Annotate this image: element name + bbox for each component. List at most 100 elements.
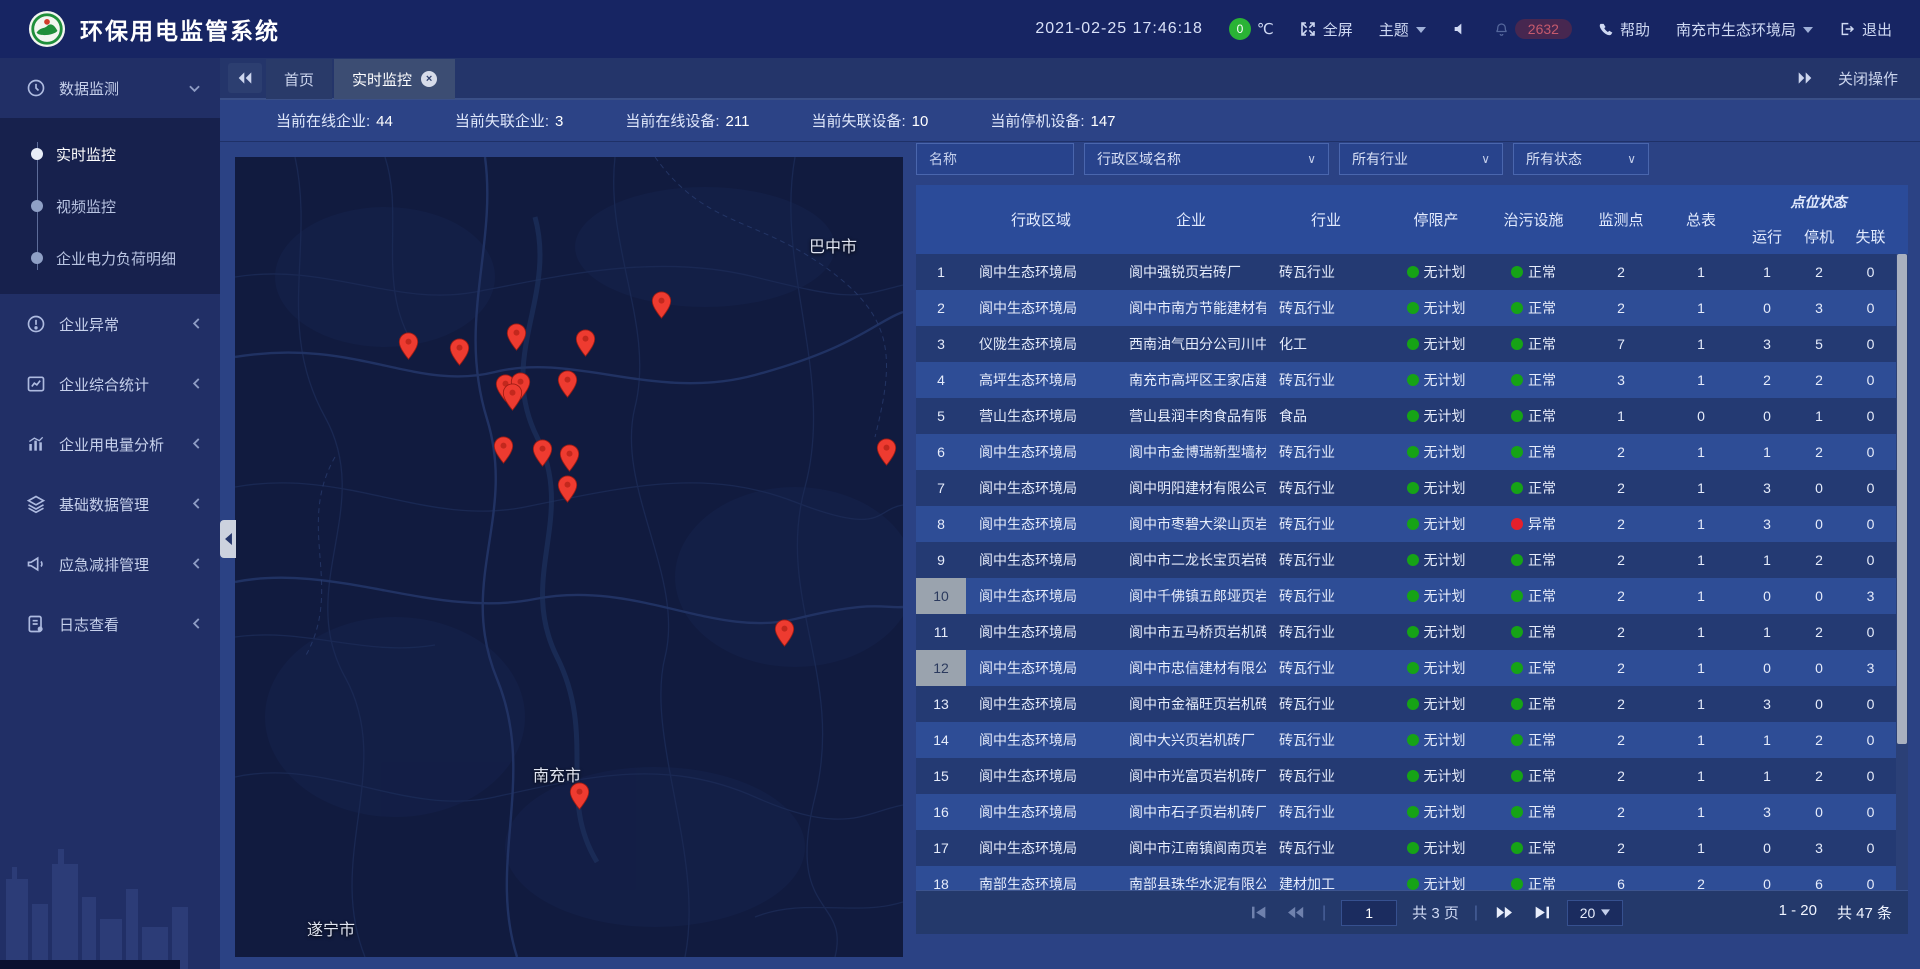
map-pin-icon[interactable] (557, 370, 578, 398)
org-dropdown[interactable]: 南充市生态环境局 (1676, 19, 1813, 40)
map-pin-icon[interactable] (651, 291, 672, 319)
row-index: 12 (916, 650, 966, 686)
table-row[interactable]: 6阆中生态环境局阆中市金博瑞新型墙材砖瓦行业无计划正常21120 (916, 434, 1896, 470)
table-row[interactable]: 5营山生态环境局营山县润丰肉食品有限食品无计划正常10010 (916, 398, 1896, 434)
tab-close-icon[interactable]: × (421, 71, 437, 87)
row-meter-count: 1 (1661, 758, 1741, 794)
map-pin-icon[interactable] (449, 338, 470, 366)
close-operations-dropdown[interactable]: 关闭操作 (1838, 68, 1898, 89)
row-lost-count: 0 (1845, 542, 1896, 578)
row-running-count: 3 (1741, 470, 1793, 506)
sidebar-item-企业电力负荷明细[interactable]: 企业电力负荷明细 (0, 232, 220, 284)
map-container[interactable]: 巴中市南充市遂宁市 (235, 157, 903, 957)
logout-button[interactable]: 退出 (1839, 19, 1892, 40)
map-pin-icon[interactable] (398, 332, 419, 360)
status-dot-icon (1407, 446, 1419, 458)
map-pin-icon[interactable] (559, 444, 580, 472)
fullscreen-button[interactable]: 全屏 (1300, 19, 1353, 40)
table-row[interactable]: 14阆中生态环境局阆中大兴页岩机砖厂砖瓦行业无计划正常21120 (916, 722, 1896, 758)
panel-collapse-handle[interactable] (220, 520, 236, 558)
status-select[interactable]: 所有状态 ∨ (1513, 143, 1649, 175)
sidebar-group-应急减排管理[interactable]: 应急减排管理 (0, 534, 220, 594)
map-pin-icon[interactable] (493, 436, 514, 464)
status-dot-icon (1511, 590, 1523, 602)
table-row[interactable]: 17阆中生态环境局阆中市江南镇阆南页岩砖瓦行业无计划正常21030 (916, 830, 1896, 866)
row-industry: 砖瓦行业 (1266, 542, 1386, 578)
sidebar-item-实时监控[interactable]: 实时监控 (0, 128, 220, 180)
sidebar-item-视频监控[interactable]: 视频监控 (0, 180, 220, 232)
table-row[interactable]: 8阆中生态环境局阆中市枣碧大梁山页岩砖瓦行业无计划异常21300 (916, 506, 1896, 542)
table-scrollbar[interactable] (1896, 254, 1908, 890)
row-meter-count: 1 (1661, 650, 1741, 686)
sidebar-group-企业异常[interactable]: 企业异常 (0, 294, 220, 354)
help-button[interactable]: 帮助 (1598, 19, 1650, 40)
tabs-scroll-left-button[interactable] (228, 63, 262, 93)
tab-home[interactable]: 首页 (266, 59, 332, 99)
sidebar-group-企业用电量分析[interactable]: 企业用电量分析 (0, 414, 220, 474)
table-row[interactable]: 13阆中生态环境局阆中市金福旺页岩机砖砖瓦行业无计划正常21300 (916, 686, 1896, 722)
table-row[interactable]: 9阆中生态环境局阆中市二龙长宝页岩砖砖瓦行业无计划正常21120 (916, 542, 1896, 578)
map-pin-icon[interactable] (532, 439, 553, 467)
table-row[interactable]: 7阆中生态环境局阆中明阳建材有限公司砖瓦行业无计划正常21300 (916, 470, 1896, 506)
page-size-select[interactable]: 20 (1567, 900, 1623, 926)
tab-bar: 首页 实时监控 × 关闭操作 (220, 58, 1920, 100)
next-page-button[interactable] (1493, 902, 1515, 924)
first-page-button[interactable] (1248, 902, 1270, 924)
map-pin-icon[interactable] (876, 438, 897, 466)
map-pin-icon[interactable] (506, 323, 527, 351)
table-row[interactable]: 4高坪生态环境局南充市高坪区王家店建砖瓦行业无计划正常31220 (916, 362, 1896, 398)
facility-status-text: 正常 (1528, 586, 1556, 606)
row-company: 阆中市江南镇阆南页岩 (1116, 830, 1266, 866)
prev-page-button[interactable] (1285, 902, 1307, 924)
sidebar-group-日志查看[interactable]: 日志查看 (0, 594, 220, 654)
tabs-scroll-right-button[interactable] (1798, 72, 1812, 84)
sidebar-group-企业综合统计[interactable]: 企业综合统计 (0, 354, 220, 414)
total-pages-label: 共 3 页 (1412, 902, 1459, 923)
notification-area[interactable]: 2632 (1494, 19, 1572, 39)
map-pin-icon[interactable] (575, 329, 596, 357)
table-row[interactable]: 16阆中生态环境局阆中市石子页岩机砖厂砖瓦行业无计划正常21300 (916, 794, 1896, 830)
table-body: 1阆中生态环境局阆中强锐页岩砖厂砖瓦行业无计划正常211202阆中生态环境局阆中… (916, 254, 1896, 890)
row-industry: 砖瓦行业 (1266, 758, 1386, 794)
facility-status-text: 正常 (1528, 550, 1556, 570)
last-page-button[interactable] (1530, 902, 1552, 924)
theme-dropdown[interactable]: 主题 (1379, 19, 1426, 40)
row-monitor-count: 2 (1581, 434, 1661, 470)
region-select[interactable]: 行政区域名称 ∨ (1084, 143, 1329, 175)
scrollbar-thumb[interactable] (1897, 254, 1907, 744)
table-row[interactable]: 12阆中生态环境局阆中市忠信建材有限公砖瓦行业无计划正常21003 (916, 650, 1896, 686)
status-dot-icon (1511, 878, 1523, 890)
chevron-down-icon: ∨ (1481, 152, 1490, 166)
row-meter-count: 1 (1661, 794, 1741, 830)
name-search-input[interactable] (916, 143, 1074, 175)
page-title: 环保用电监管系统 (80, 12, 280, 46)
table-row[interactable]: 10阆中生态环境局阆中千佛镇五郎垭页岩砖瓦行业无计划正常21003 (916, 578, 1896, 614)
table-row[interactable]: 1阆中生态环境局阆中强锐页岩砖厂砖瓦行业无计划正常21120 (916, 254, 1896, 290)
status-dot-icon (1511, 770, 1523, 782)
datetime-display: 2021-02-25 17:46:18 (1035, 20, 1203, 38)
table-row[interactable]: 18南部生态环境局南部县珠华水泥有限公建材加工无计划正常62060 (916, 866, 1896, 890)
sidebar-group-label: 日志查看 (59, 614, 119, 635)
tab-realtime-monitor[interactable]: 实时监控 × (334, 59, 455, 99)
row-running-count: 3 (1741, 686, 1793, 722)
sidebar-group-基础数据管理[interactable]: 基础数据管理 (0, 474, 220, 534)
speaker-icon (1452, 21, 1468, 37)
sound-toggle-button[interactable] (1452, 21, 1468, 37)
page-number-input[interactable] (1341, 900, 1397, 926)
table-row[interactable]: 15阆中生态环境局阆中市光富页岩机砖厂砖瓦行业无计划正常21120 (916, 758, 1896, 794)
sidebar-group-数据监测[interactable]: 数据监测 (0, 58, 220, 118)
table-row[interactable]: 11阆中生态环境局阆中市五马桥页岩机砖砖瓦行业无计划正常21120 (916, 614, 1896, 650)
table-row[interactable]: 3仪陇生态环境局西南油气田分公司川中化工无计划正常71350 (916, 326, 1896, 362)
sidebar-group-label: 应急减排管理 (59, 554, 149, 575)
industry-select[interactable]: 所有行业 ∨ (1339, 143, 1503, 175)
row-stopped-count: 2 (1793, 362, 1845, 398)
stat-label: 当前在线企业: (276, 113, 370, 130)
table-row[interactable]: 2阆中生态环境局阆中市南方节能建材有砖瓦行业无计划正常21030 (916, 290, 1896, 326)
map-pin-icon[interactable] (502, 383, 523, 411)
facility-status-text: 正常 (1528, 874, 1556, 890)
col-company: 企业 (1116, 185, 1266, 254)
map-pin-icon[interactable] (774, 619, 795, 647)
row-industry: 砖瓦行业 (1266, 614, 1386, 650)
map-pin-icon[interactable] (569, 782, 590, 810)
map-pin-icon[interactable] (557, 475, 578, 503)
